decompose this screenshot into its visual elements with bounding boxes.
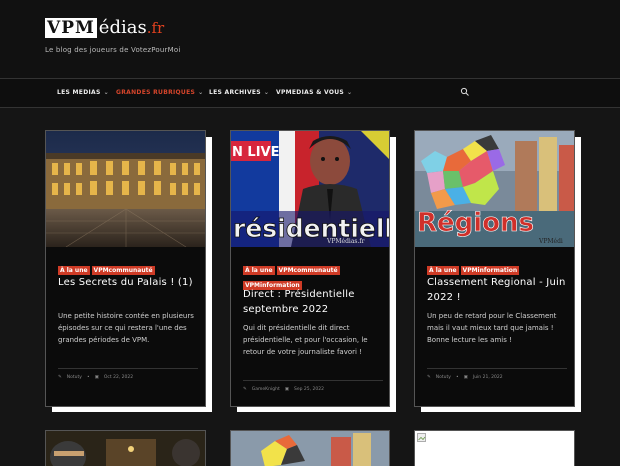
logo-fr: .fr [146,19,165,37]
post-meta: ✎ Notuty • ▣ Oct 22, 2022 [58,375,138,380]
post-card[interactable] [45,430,206,466]
post-date: Juin 21, 2022 [472,375,503,380]
thumb-title: résidentiell [233,214,389,243]
nav-item-les-medias[interactable]: LES MEDIAS ⌄ [57,89,109,96]
nav-item-label: LES ARCHIVES [209,89,261,96]
chevron-down-icon: ⌄ [347,89,353,96]
post-author[interactable]: Notuty [67,375,82,380]
post-excerpt: Qui dit présidentielle dit direct présid… [243,324,368,356]
main-nav: LES MEDIAS ⌄ GRANDES RUBRIQUES ⌄ LES ARCHI… [0,78,620,108]
post-thumbnail[interactable] [231,431,389,466]
live-label: N LIVE [232,145,279,160]
divider [243,380,383,381]
nav-item-label: LES MEDIAS [57,89,101,96]
post-title[interactable]: Les Secrets du Palais ! (1) [58,275,198,290]
tag-badge[interactable]: VPMcommunauté [91,266,155,275]
tag-badge[interactable]: À la une [58,266,90,275]
broken-image-icon [417,433,426,442]
post-thumbnail[interactable]: Régions VPMédi [415,131,574,247]
calendar-icon: ▣ [94,375,99,380]
post-excerpt: Un peu de retard pour le Classement mais… [427,312,557,344]
nav-item-les-archives[interactable]: LES ARCHIVES ⌄ [209,89,269,96]
post-thumbnail[interactable] [46,431,205,466]
post-author[interactable]: GameKnight [252,387,280,392]
post-title[interactable]: Classement Regional - Juin 2022 ! [427,275,567,305]
post-tags: À la une VPMcommunauté [58,261,188,276]
post-tags: À la une VPMinformation [427,261,557,276]
thumb-title: Régions [417,208,534,238]
post-author[interactable]: Notuty [436,375,451,380]
divider [427,368,567,369]
post-thumbnail[interactable] [46,131,205,247]
post-card[interactable]: À la une VPMcommunauté Les Secrets du Pal… [45,130,206,407]
search-icon[interactable] [460,87,470,97]
author-icon: ✎ [58,375,62,380]
tag-badge[interactable]: À la une [427,266,459,275]
site-header: VPM édias .fr Le blog des joueurs de Vot… [0,0,620,78]
nav-item-grandes-rubriques[interactable]: GRANDES RUBRIQUES ⌄ [116,89,203,96]
separator: • [86,375,90,380]
divider [58,368,198,369]
tag-badge[interactable]: VPMinformation [460,266,520,275]
post-thumbnail[interactable]: N LIVE résidentiell VPMédias.fr [231,131,389,247]
logo-medias: édias [98,17,147,38]
chevron-down-icon: ⌄ [198,89,204,96]
author-icon: ✎ [243,387,247,392]
post-date: Sep 25, 2022 [293,387,324,392]
tag-badge[interactable]: VPMcommunauté [276,266,340,275]
site-tagline: Le blog des joueurs de VotezPourMoi [45,46,181,54]
post-card[interactable]: N LIVE résidentiell VPMédias.fr À la une… [230,130,390,407]
calendar-icon: ▣ [284,387,289,392]
nav-item-label: GRANDES RUBRIQUES [116,89,196,96]
post-excerpt: Une petite histoire contée en plusieurs … [58,312,194,344]
calendar-icon: ▣ [463,375,468,380]
tag-badge[interactable]: À la une [243,266,275,275]
post-meta: ✎ Notuty • ▣ Juin 21, 2022 [427,375,508,380]
chevron-down-icon: ⌄ [263,89,270,96]
post-card[interactable]: Régions VPMédi À la une VPMinformation Cl… [414,130,575,407]
author-icon: ✎ [427,375,431,380]
separator: • [455,375,459,380]
thumb-watermark: VPMédi [538,238,563,245]
chevron-down-icon: ⌄ [103,89,109,96]
nav-item-vpmedias-vous[interactable]: VPMEDIAS & VOUS ⌄ [276,89,352,96]
post-meta: ✎ GameKnight ▣ Sep 25, 2022 [243,387,329,392]
thumb-watermark: VPMédias.fr [326,238,365,245]
site-logo[interactable]: VPM édias .fr [45,18,164,38]
post-date: Oct 22, 2022 [103,375,134,380]
logo-box: VPM [45,18,97,38]
post-card[interactable] [414,430,575,466]
post-card[interactable] [230,430,390,466]
post-title[interactable]: Direct : Présidentielle septembre 2022 [243,287,383,317]
nav-item-label: VPMEDIAS & VOUS [276,89,345,96]
